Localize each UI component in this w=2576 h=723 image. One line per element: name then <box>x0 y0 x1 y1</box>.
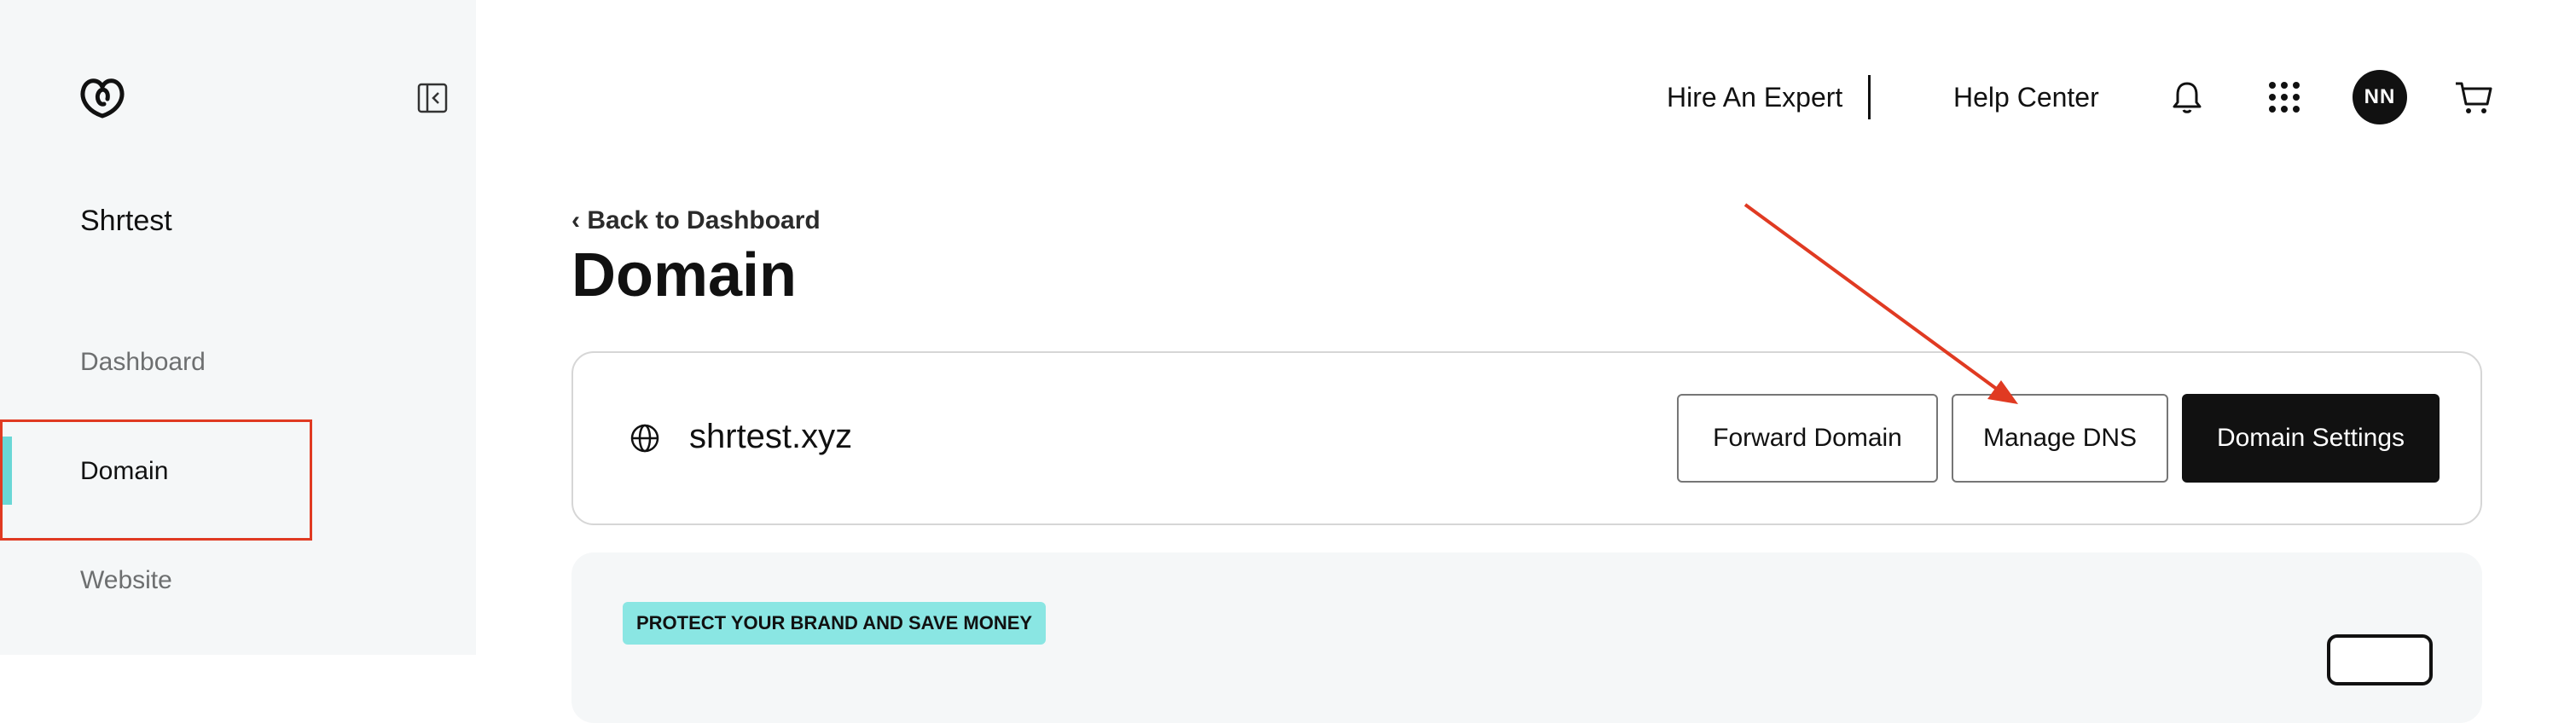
promo-badge: PROTECT YOUR BRAND AND SAVE MONEY <box>623 602 1047 645</box>
globe-icon <box>630 424 659 453</box>
hire-expert-link[interactable]: Hire An Expert <box>1667 82 1842 113</box>
sidebar-item-dashboard[interactable]: Dashboard <box>80 348 206 377</box>
domain-name: shrtest.xyz <box>689 418 853 455</box>
domain-settings-button[interactable]: Domain Settings <box>2182 394 2440 483</box>
annotation-highlight-box <box>0 419 312 541</box>
sidebar-item-website[interactable]: Website <box>80 566 172 595</box>
promo-action-button[interactable] <box>2327 634 2433 685</box>
site-name: Shrtest <box>80 205 172 237</box>
forward-domain-button[interactable]: Forward Domain <box>1677 394 1938 483</box>
help-center-link[interactable]: Help Center <box>1953 82 2099 113</box>
bell-icon[interactable] <box>2167 77 2208 118</box>
manage-dns-button[interactable]: Manage DNS <box>1952 394 2168 483</box>
brand-logo-icon[interactable] <box>77 73 128 121</box>
avatar[interactable]: NN <box>2353 70 2407 124</box>
cart-icon[interactable] <box>2453 77 2494 118</box>
collapse-sidebar-icon[interactable] <box>416 82 449 114</box>
apps-grid-icon[interactable] <box>2264 77 2305 118</box>
back-to-dashboard-link[interactable]: ‹ Back to Dashboard <box>571 206 821 235</box>
sidebar <box>0 0 476 655</box>
page-title: Domain <box>571 241 798 309</box>
header-divider <box>1868 75 1871 119</box>
